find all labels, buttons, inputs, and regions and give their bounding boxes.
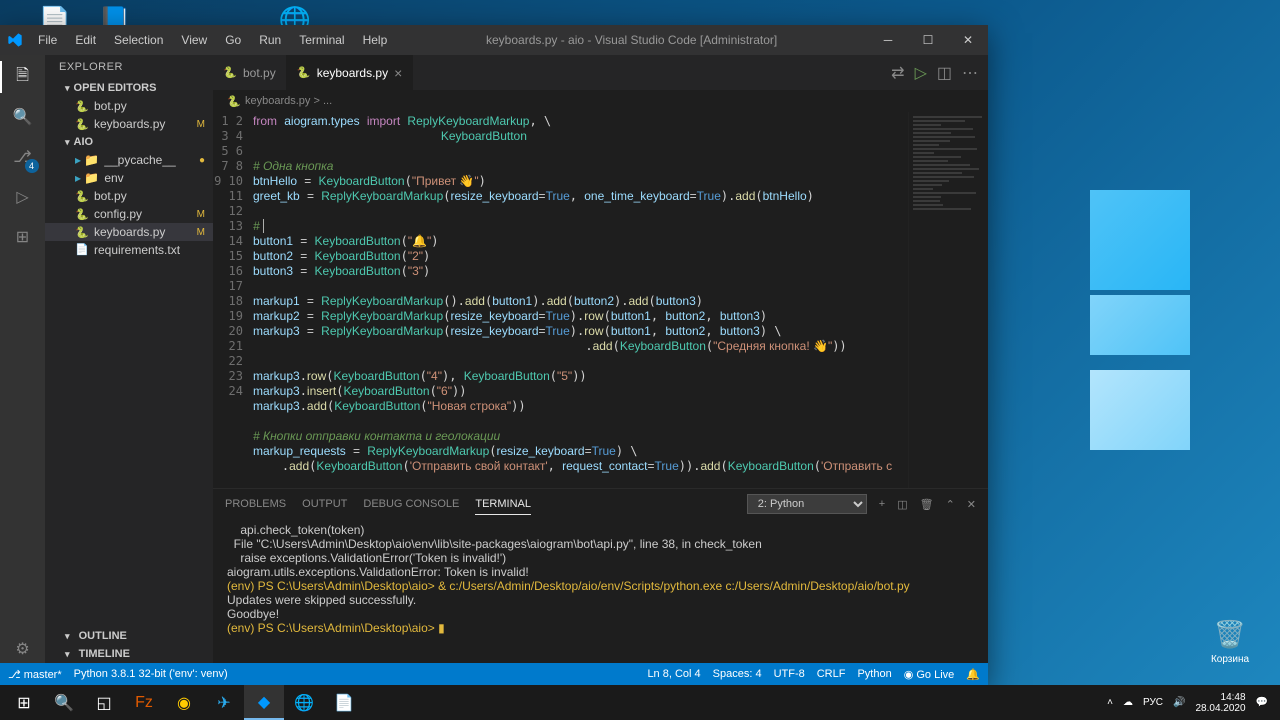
status-item[interactable]: Python 3.8.1 32-bit ('env': venv) <box>74 668 228 681</box>
panel-tab-debug console[interactable]: DEBUG CONSOLE <box>363 494 459 514</box>
vscode-task-icon[interactable]: ◆ <box>244 685 284 720</box>
close-panel-icon[interactable]: ✕ <box>967 498 976 511</box>
start-button[interactable]: ⊞ <box>4 685 44 720</box>
status-item[interactable]: 🔔 <box>966 668 980 681</box>
volume-icon[interactable]: 🔊 <box>1173 697 1185 708</box>
clock[interactable]: 14:48 28.04.2020 <box>1195 692 1245 714</box>
search-icon[interactable]: 🔍 <box>9 103 37 131</box>
onedrive-icon[interactable]: ☁ <box>1123 697 1133 708</box>
sidebar: EXPLORER OPEN EDITORS 🐍bot.py🐍keyboards.… <box>45 55 213 663</box>
status-item[interactable]: CRLF <box>817 668 846 681</box>
vscode-logo-icon <box>0 32 30 48</box>
menu-edit[interactable]: Edit <box>67 29 104 51</box>
status-item[interactable]: Spaces: 4 <box>713 668 762 681</box>
maximize-panel-icon[interactable]: ⌃ <box>946 498 955 511</box>
menu-help[interactable]: Help <box>355 29 396 51</box>
panel-tab-problems[interactable]: PROBLEMS <box>225 494 286 514</box>
line-gutter: 1 2 3 4 5 6 7 8 9 10 11 12 13 14 15 16 1… <box>213 112 253 488</box>
minimap[interactable] <box>908 112 988 488</box>
debug-icon[interactable]: ▷ <box>9 183 37 211</box>
explorer-title: EXPLORER <box>45 55 213 79</box>
vscode-window: FileEditSelectionViewGoRunTerminalHelp k… <box>0 25 988 685</box>
scm-badge: 4 <box>25 159 39 173</box>
account-icon[interactable]: ⚙ <box>9 635 37 663</box>
app-icon[interactable]: ◉ <box>164 685 204 720</box>
open-editors-section[interactable]: OPEN EDITORS <box>45 79 213 97</box>
language-indicator[interactable]: РУС <box>1143 697 1163 708</box>
menu-run[interactable]: Run <box>251 29 289 51</box>
editor-group: 🐍bot.py🐍keyboards.py× ⇄ ▷ ◫ ⋯ 🐍keyboards… <box>213 55 988 663</box>
panel-tab-terminal[interactable]: TERMINAL <box>475 494 531 515</box>
explorer-icon[interactable]: 🗎 <box>9 63 37 91</box>
file-item[interactable]: 🐍keyboards.pyM <box>45 223 213 241</box>
status-item[interactable]: ⎇ master* <box>8 668 62 681</box>
notifications-icon[interactable]: 💬 <box>1256 697 1268 708</box>
titlebar: FileEditSelectionViewGoRunTerminalHelp k… <box>0 25 988 55</box>
menu-file[interactable]: File <box>30 29 65 51</box>
menu-view[interactable]: View <box>173 29 215 51</box>
outline-section[interactable]: OUTLINE <box>45 627 213 645</box>
maximize-button[interactable]: ☐ <box>908 25 948 55</box>
terminal-selector[interactable]: 2: Python <box>747 494 867 514</box>
file-item[interactable]: 📄requirements.txt <box>45 241 213 259</box>
search-button[interactable]: 🔍 <box>44 685 84 720</box>
windows-taskbar: ⊞ 🔍 ◱ Fz ◉ ✈ ◆ 🌐 📄 ˄ ☁ РУС 🔊 14:48 28.04… <box>0 685 1280 720</box>
menu-terminal[interactable]: Terminal <box>291 29 352 51</box>
activity-bar: 🗎 🔍 ⎇4 ▷ ⊞ ⚙ <box>0 55 45 663</box>
status-item[interactable]: ◉ Go Live <box>904 668 955 681</box>
new-terminal-icon[interactable]: + <box>879 498 885 510</box>
menu-go[interactable]: Go <box>217 29 249 51</box>
code-editor[interactable]: from aiogram.types import ReplyKeyboardM… <box>253 112 908 488</box>
tray-chevron-icon[interactable]: ˄ <box>1107 697 1113 708</box>
workspace-section[interactable]: AIO <box>45 133 213 151</box>
window-title: keyboards.py - aio - Visual Studio Code … <box>395 33 868 47</box>
close-button[interactable]: ✕ <box>948 25 988 55</box>
status-item[interactable]: Ln 8, Col 4 <box>647 668 700 681</box>
open-editor-item[interactable]: 🐍bot.py <box>45 97 213 115</box>
filezilla-icon[interactable]: Fz <box>124 685 164 720</box>
chrome-icon[interactable]: 🌐 <box>284 685 324 720</box>
kill-terminal-icon[interactable]: 🗑 <box>920 498 934 511</box>
extensions-icon[interactable]: ⊞ <box>9 223 37 251</box>
close-tab-icon[interactable]: × <box>394 65 402 81</box>
split-terminal-icon[interactable]: ◫ <box>897 498 907 511</box>
telegram-icon[interactable]: ✈ <box>204 685 244 720</box>
file-item[interactable]: 🐍bot.py <box>45 187 213 205</box>
menu-selection[interactable]: Selection <box>106 29 171 51</box>
run-icon[interactable]: ▷ <box>915 63 927 83</box>
terminal[interactable]: api.check_token(token) File "C:\Users\Ad… <box>213 519 988 663</box>
file-item[interactable]: 🐍config.pyM <box>45 205 213 223</box>
task-view-button[interactable]: ◱ <box>84 685 124 720</box>
status-item[interactable]: Python <box>857 668 891 681</box>
compare-icon[interactable]: ⇄ <box>891 63 904 83</box>
status-item[interactable]: UTF-8 <box>774 668 805 681</box>
minimize-button[interactable]: ─ <box>868 25 908 55</box>
open-editor-item[interactable]: 🐍keyboards.pyM <box>45 115 213 133</box>
editor-tab[interactable]: 🐍keyboards.py× <box>287 55 414 90</box>
statusbar: ⎇ master* Python 3.8.1 32-bit ('env': ven… <box>0 663 988 685</box>
panel: PROBLEMS OUTPUT DEBUG CONSOLE TERMINAL 2: P… <box>213 488 988 663</box>
more-icon[interactable]: ⋯ <box>962 63 978 83</box>
timeline-section[interactable]: TIMELINE <box>45 645 213 663</box>
breadcrumb[interactable]: 🐍keyboards.py > ... <box>213 90 988 112</box>
file-item[interactable]: ▸ 📁env <box>45 169 213 187</box>
editor-tab[interactable]: 🐍bot.py <box>213 55 287 90</box>
split-icon[interactable]: ◫ <box>937 63 952 83</box>
panel-tab-output[interactable]: OUTPUT <box>302 494 347 514</box>
notepad-icon[interactable]: 📄 <box>324 685 364 720</box>
file-item[interactable]: ▸ 📁__pycache__● <box>45 151 213 169</box>
scm-icon[interactable]: ⎇4 <box>9 143 37 171</box>
recycle-bin-label: Корзина <box>1200 654 1260 665</box>
recycle-bin[interactable]: 🗑️ Корзина <box>1200 616 1260 665</box>
